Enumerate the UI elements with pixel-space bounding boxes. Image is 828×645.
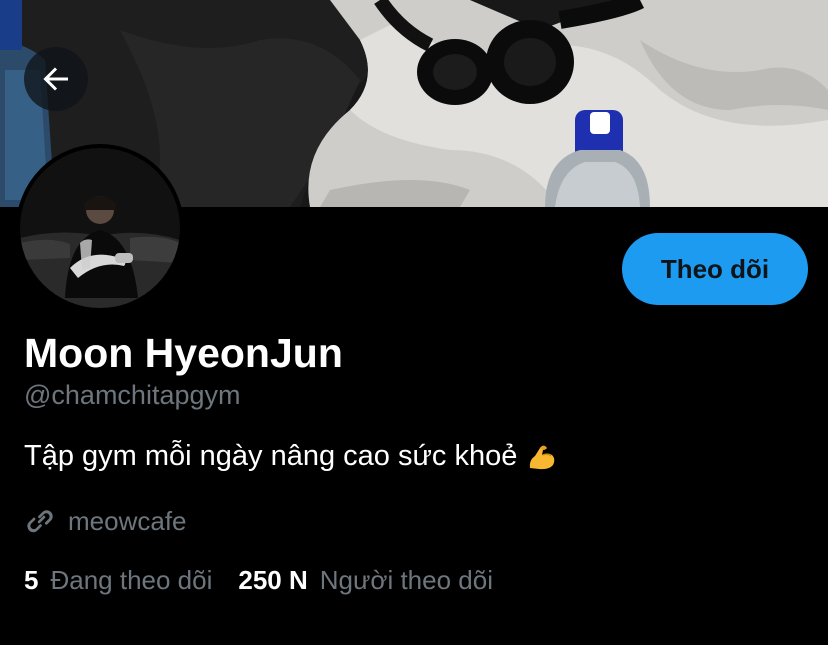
follow-button[interactable]: Theo dõi	[622, 233, 808, 305]
profile-name: Moon HyeonJun	[24, 330, 343, 376]
following-stat[interactable]: 5 Đang theo dõi	[24, 565, 212, 596]
bio-text: Tập gym mỗi ngày nâng cao sức khoẻ	[24, 440, 518, 472]
website-link[interactable]: meowcafe	[68, 506, 187, 537]
following-count: 5	[24, 565, 39, 595]
arrow-left-icon	[43, 67, 68, 91]
avatar-image	[20, 148, 180, 308]
follow-stats: 5 Đang theo dõi 250 N Người theo dõi	[24, 565, 493, 596]
followers-count: 250 N	[238, 565, 308, 595]
profile-bio: Tập gym mỗi ngày nâng cao sức khoẻ	[24, 440, 557, 473]
back-button[interactable]	[24, 47, 88, 111]
flexed-biceps-icon	[527, 442, 557, 472]
link-icon	[27, 510, 53, 533]
avatar[interactable]	[16, 144, 184, 312]
followers-label: Người theo dõi	[319, 565, 493, 595]
following-label: Đang theo dõi	[50, 565, 213, 595]
followers-stat[interactable]: 250 N Người theo dõi	[238, 565, 493, 596]
website-row: meowcafe	[24, 505, 187, 537]
profile-handle: @chamchitapgym	[24, 380, 241, 410]
